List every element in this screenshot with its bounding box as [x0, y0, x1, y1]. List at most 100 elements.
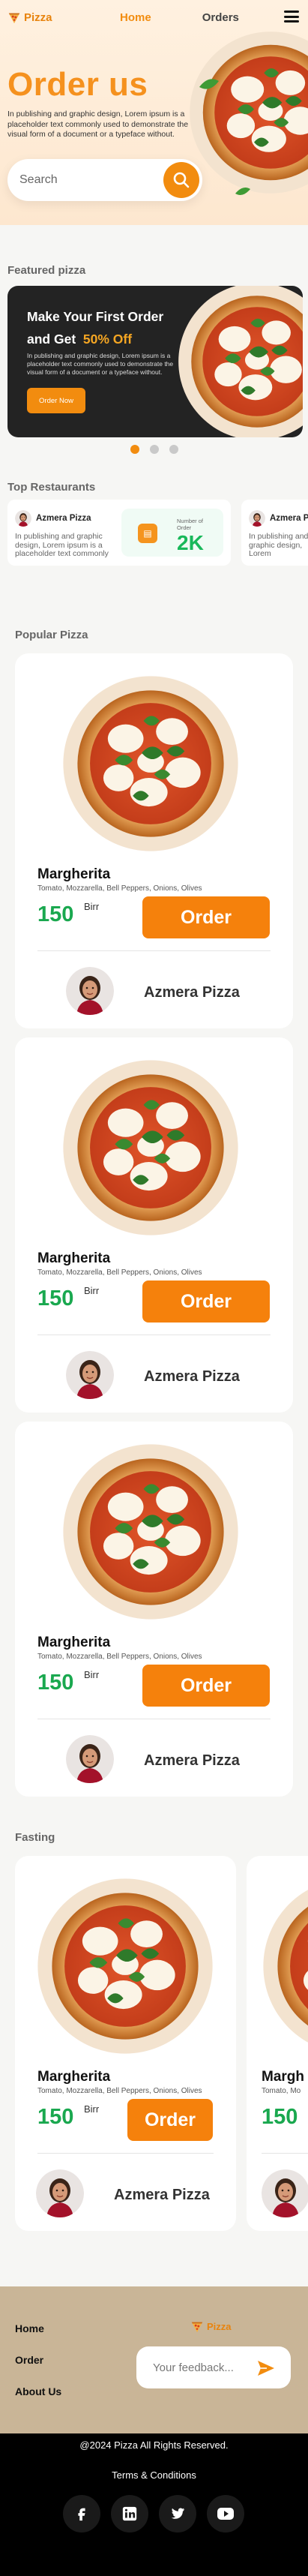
divider	[37, 950, 271, 951]
footer-bottom: @2024 Pizza All Rights Reserved. Terms &…	[0, 2433, 308, 2576]
top-nav: Pizza Home Orders	[0, 0, 308, 35]
social-links	[63, 2495, 244, 2532]
search-input[interactable]	[19, 173, 162, 187]
restaurant-description: In publishing and graphic design, Lorem	[249, 533, 308, 558]
pizza-price: 150	[37, 902, 74, 926]
fasting-section-title: Fasting	[15, 1831, 55, 1844]
terms-link[interactable]: Terms & Conditions	[0, 2469, 308, 2481]
pizza-price: 150	[37, 1671, 74, 1695]
pizza-name: Margherita	[37, 1250, 111, 1266]
pizza-image	[262, 1877, 308, 2055]
fasting-carousel: Margherita Tomato, Mozzarella, Bell Pepp…	[0, 1856, 308, 2231]
price-currency: Birr	[84, 901, 100, 912]
pizza-name: Margherita	[37, 866, 111, 882]
badge-label: Number of Order	[177, 518, 204, 531]
pizza-name: Margherita	[37, 2069, 111, 2085]
order-now-button[interactable]: Order Now	[27, 388, 85, 413]
feedback-input[interactable]	[153, 2361, 250, 2374]
nav-orders-link[interactable]: Orders	[202, 11, 239, 24]
pizza-card: Margh Tomato, Mo 150	[247, 1856, 308, 2231]
footer-link-order[interactable]: Order	[15, 2354, 61, 2366]
search-button[interactable]	[163, 162, 199, 198]
restaurant-name: Azmera Pizza	[144, 984, 240, 1001]
carousel-dot[interactable]	[169, 445, 178, 454]
pizza-price: 150	[262, 2105, 298, 2129]
pizza-name: Margh	[262, 2069, 304, 2085]
carousel-dot[interactable]	[130, 445, 139, 454]
hero-pizza-image	[188, 30, 308, 195]
footer-logo[interactable]: Pizza	[190, 2319, 232, 2333]
twitter-icon[interactable]	[159, 2495, 196, 2532]
nav-home-link[interactable]: Home	[120, 11, 151, 24]
featured-description: In publishing and graphic design, Lorem …	[27, 352, 174, 376]
pizza-ingredients: Tomato, Mozzarella, Bell Peppers, Onions…	[37, 1268, 202, 1277]
search-bar	[7, 159, 202, 201]
pizza-price: 150	[37, 1286, 74, 1311]
pizza-ingredients: Tomato, Mozzarella, Bell Peppers, Onions…	[37, 884, 202, 893]
restaurant-header: Azmera Pizza	[15, 510, 91, 527]
avatar	[36, 2169, 84, 2217]
restaurant-name: Azmera Pizza	[114, 2187, 210, 2203]
pizza-card: Margherita Tomato, Mozzarella, Bell Pepp…	[15, 1856, 236, 2231]
basil-leaf-icon	[199, 79, 219, 89]
restaurant-description: In publishing and graphic design, Lorem …	[15, 533, 109, 558]
order-count-badge: ▤ Number of Order 2K	[121, 509, 223, 557]
feedback-box	[136, 2346, 291, 2388]
pizza-image	[36, 1877, 214, 2055]
badge-count: 2K	[177, 531, 204, 554]
avatar	[262, 2169, 308, 2217]
hero-title: Order us	[7, 66, 148, 103]
order-button[interactable]: Order	[142, 1665, 270, 1707]
footer: Home Order About Us Pizza	[0, 2286, 308, 2433]
logo-text: Pizza	[24, 11, 52, 24]
footer-link-home[interactable]: Home	[15, 2322, 61, 2334]
footer-links: Home Order About Us	[15, 2322, 61, 2397]
pizza-card: Margherita Tomato, Mozzarella, Bell Pepp…	[15, 1037, 293, 1413]
divider	[37, 2153, 214, 2154]
order-button[interactable]: Order	[142, 896, 270, 938]
order-button[interactable]: Order	[127, 2099, 213, 2141]
pizza-ingredients: Tomato, Mozzarella, Bell Peppers, Onions…	[37, 1653, 202, 1661]
carousel-dots	[0, 445, 308, 454]
nav-links: Home Orders	[120, 11, 239, 24]
order-button[interactable]: Order	[142, 1280, 270, 1323]
restaurant-header: Azmera Pizza	[249, 510, 308, 527]
restaurant-name: Azmera Pizza	[36, 514, 91, 523]
linkedin-icon[interactable]	[111, 2495, 148, 2532]
restaurant-name: Azmera Pizza	[270, 514, 308, 523]
footer-logo-text: Pizza	[207, 2320, 232, 2332]
price-currency: Birr	[84, 2103, 100, 2115]
avatar	[66, 1735, 114, 1783]
copyright-text: @2024 Pizza All Rights Reserved.	[79, 2439, 229, 2451]
pizza-card: Margherita Tomato, Mozzarella, Bell Pepp…	[15, 1422, 293, 1797]
avatar	[249, 510, 265, 527]
hero-section: Pizza Home Orders Order us In publishing…	[0, 0, 308, 225]
avatar	[15, 510, 31, 527]
basil-leaf-icon	[235, 188, 250, 195]
youtube-icon[interactable]	[207, 2495, 244, 2532]
divider	[262, 2153, 308, 2154]
facebook-icon[interactable]	[63, 2495, 100, 2532]
top-restaurants-title: Top Restaurants	[7, 481, 96, 494]
restaurant-card[interactable]: Azmera Pizza In publishing and graphic d…	[7, 500, 231, 566]
featured-pizza-image	[177, 286, 303, 437]
logo[interactable]: Pizza	[7, 11, 52, 24]
pizza-ingredients: Tomato, Mozzarella, Bell Peppers, Onions…	[37, 2087, 202, 2095]
featured-section-title: Featured pizza	[7, 264, 86, 277]
pizza-slice-icon	[7, 11, 21, 24]
avatar	[66, 1351, 114, 1399]
featured-headline: Make Your First Order and Get 50% Off	[27, 309, 164, 347]
featured-discount: 50% Off	[82, 332, 133, 347]
avatar	[66, 967, 114, 1015]
footer-link-about[interactable]: About Us	[15, 2385, 61, 2397]
restaurant-name: Azmera Pizza	[144, 1752, 240, 1769]
search-icon	[173, 172, 190, 188]
hamburger-icon[interactable]	[284, 11, 299, 23]
carousel-dot[interactable]	[149, 445, 159, 454]
pizza-slice-icon	[190, 2319, 204, 2333]
hero-description: In publishing and graphic design, Lorem …	[7, 110, 189, 139]
send-icon[interactable]	[256, 2359, 276, 2377]
restaurant-card[interactable]: Azmera Pizza In publishing and graphic d…	[241, 500, 308, 566]
restaurant-name: Azmera Pizza	[144, 1368, 240, 1385]
order-bag-icon: ▤	[138, 524, 157, 543]
